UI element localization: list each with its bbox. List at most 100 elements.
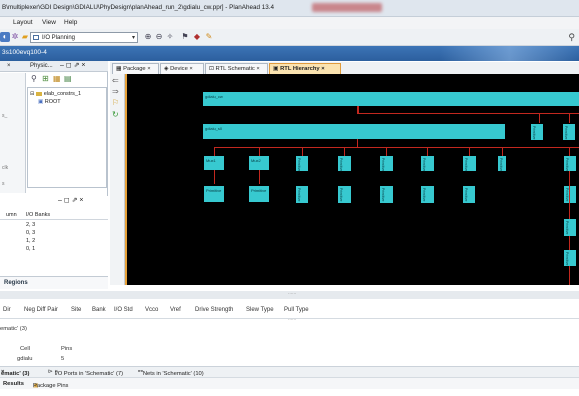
tab-rtl-hierarchy[interactable]: ▣ RTL Hierarchy × xyxy=(269,63,341,74)
table-cell[interactable]: gdialu xyxy=(17,356,32,362)
panel-controls-icon[interactable]: – ◻ ⇗ × xyxy=(60,61,86,69)
rtl-node-primitive[interactable]: Primitive xyxy=(463,156,476,171)
column-header[interactable]: Site xyxy=(71,307,81,313)
back-arrow-icon[interactable]: ⇐ xyxy=(112,76,119,85)
select-icon[interactable]: ⚐ xyxy=(112,98,119,107)
forward-arrow-icon[interactable]: ⇒ xyxy=(112,87,119,96)
route-icon[interactable]: ⚑ xyxy=(180,32,190,42)
tab-rtl-schematic[interactable]: ⊡ RTL Schematic × xyxy=(205,63,268,74)
open-icon[interactable]: ◐ xyxy=(0,32,10,42)
column-header[interactable]: Drive Strength xyxy=(195,307,233,313)
menu-layout[interactable]: Layout xyxy=(13,19,33,26)
panel-splitter[interactable]: ...... xyxy=(0,290,579,299)
regions-tab[interactable]: Regions xyxy=(0,276,108,289)
rtl-node-primitive[interactable]: Primitive xyxy=(564,156,576,171)
column-header[interactable]: I/O Banks xyxy=(26,212,50,218)
regions-label: Regions xyxy=(4,280,28,286)
window-controls[interactable] xyxy=(312,3,382,12)
rtl-node-primitive[interactable]: Primitive xyxy=(296,186,308,203)
tab-schematic-cells[interactable]: ematic' (3) × xyxy=(1,369,29,377)
tree-toolbar: ⚲ ⊞ ▦ ▤ xyxy=(29,73,107,85)
panel-controls-icon[interactable]: – ◻ ⇗ × xyxy=(58,196,84,204)
column-header[interactable]: Pull Type xyxy=(284,307,309,313)
rtl-node-primitive[interactable]: Primitive xyxy=(249,186,269,202)
column-header[interactable]: I/O Std xyxy=(114,307,133,313)
table-row[interactable]: 0, 1 xyxy=(26,246,35,252)
strip-label: s_ xyxy=(2,113,8,119)
tool-icon[interactable]: ✎ xyxy=(204,32,214,42)
left-strip: s_ clk s xyxy=(0,73,26,193)
folder-icon[interactable]: ▰ xyxy=(20,32,30,42)
tab-physical[interactable]: Physic... xyxy=(30,63,53,69)
node-label: Primitive xyxy=(297,188,301,202)
search-icon[interactable]: ⚲ xyxy=(568,32,575,43)
menu-help[interactable]: Help xyxy=(64,19,77,26)
column-header[interactable]: Neg Diff Pair xyxy=(24,307,58,313)
canvas-tool-strip: ⇐ ⇒ ⚐ ↻ xyxy=(110,74,125,285)
tab-package[interactable]: ▦ Package × xyxy=(112,63,159,74)
node-label: Primitive xyxy=(381,158,385,172)
rtl-node-primitive[interactable]: Primitive xyxy=(564,219,576,236)
splitter-grip[interactable]: ...... xyxy=(288,290,296,296)
layout-icon xyxy=(33,35,39,40)
rtl-node-mux2[interactable]: Mux2 xyxy=(249,156,269,170)
column-header[interactable]: Bank xyxy=(92,307,106,313)
folder-icon[interactable]: ▦ xyxy=(53,74,61,83)
close-icon[interactable]: × xyxy=(7,63,11,69)
rtl-node-primitive[interactable]: Primitive xyxy=(380,186,393,203)
rtl-hierarchy-canvas[interactable]: gdialu_cw gdialu_s0 Primitive Primitive … xyxy=(125,74,579,285)
column-header[interactable]: Vref xyxy=(170,307,181,313)
column-header[interactable]: Slew Type xyxy=(246,307,274,313)
rtl-node-top[interactable]: gdialu_cw xyxy=(203,92,579,106)
expand-icon[interactable]: ⊞ xyxy=(42,74,49,83)
zoom-in-icon[interactable]: ⊕ xyxy=(143,32,153,42)
column-header[interactable]: Dir xyxy=(3,307,11,313)
rtl-node-primitive[interactable]: Primitive xyxy=(463,186,475,203)
settings-icon[interactable]: ✲ xyxy=(10,32,20,42)
tree-item-elab[interactable]: ⊟ elab_constrs_1 xyxy=(30,91,81,97)
rtl-node-primitive[interactable]: Primitive xyxy=(421,186,434,203)
wire xyxy=(344,147,345,156)
zoom-fit-icon[interactable]: ✧ xyxy=(165,32,175,42)
table-row[interactable]: 1, 2 xyxy=(26,238,35,244)
decorative-streak xyxy=(440,46,579,61)
node-label: gdialu_cw xyxy=(205,94,223,99)
marker-icon[interactable]: ◆ xyxy=(192,32,202,42)
tree-item-root[interactable]: ▣ ROOT xyxy=(38,99,61,105)
rtl-node-primitive[interactable]: Primitive xyxy=(564,186,576,203)
table-row[interactable]: 2, 3 xyxy=(26,222,35,228)
zoom-out-icon[interactable]: ⊖ xyxy=(154,32,164,42)
table-cell[interactable]: 5 xyxy=(61,356,64,362)
tab-results[interactable]: Results xyxy=(3,381,24,387)
node-label: Mux2 xyxy=(251,158,261,163)
refresh-icon[interactable]: ↻ xyxy=(112,110,119,119)
rtl-node-primitive[interactable]: Primitive xyxy=(531,124,543,140)
node-label: Primitive xyxy=(532,126,536,140)
tab-nets[interactable]: ⚯ Nets in 'Schematic' (10) xyxy=(138,369,204,377)
menu-bar: Layout View Help xyxy=(0,17,579,29)
search-icon[interactable]: ⚲ xyxy=(31,74,37,83)
rtl-node-mid[interactable]: gdialu_s0 xyxy=(203,124,505,139)
rtl-node-primitive[interactable]: Primitive xyxy=(563,124,575,140)
rtl-node-primitive[interactable]: Primitive xyxy=(338,156,351,171)
column-header[interactable]: Vcco xyxy=(145,307,158,313)
node-label: Primitive xyxy=(339,188,343,202)
column-header[interactable]: Cell xyxy=(20,346,30,352)
menu-view[interactable]: View xyxy=(42,19,56,26)
rtl-node-primitive[interactable]: Primitive xyxy=(564,250,576,266)
rtl-node-mux1[interactable]: Mux1 xyxy=(204,156,224,170)
tab-io-ports[interactable]: ⊳ I/O Ports in 'Schematic' (7) × xyxy=(48,369,123,377)
layout-select[interactable]: I/O Planning ▾ xyxy=(30,32,138,43)
grid-icon[interactable]: ▤ xyxy=(64,74,72,83)
rtl-node-primitive[interactable]: Primitive xyxy=(498,156,506,171)
rtl-node-primitive[interactable]: Primitive xyxy=(338,186,351,203)
rtl-node-primitive[interactable]: Primitive xyxy=(296,156,308,171)
tab-device[interactable]: ◈ Device × xyxy=(160,63,204,74)
column-header[interactable]: umn xyxy=(6,212,17,218)
column-header[interactable]: Pins xyxy=(61,346,72,352)
rtl-node-primitive[interactable]: Primitive xyxy=(204,186,224,202)
rtl-node-primitive[interactable]: Primitive xyxy=(421,156,434,171)
rtl-node-primitive[interactable]: Primitive xyxy=(380,156,393,171)
splitter-grip[interactable]: ...... xyxy=(288,316,296,322)
table-row[interactable]: 0, 3 xyxy=(26,230,35,236)
